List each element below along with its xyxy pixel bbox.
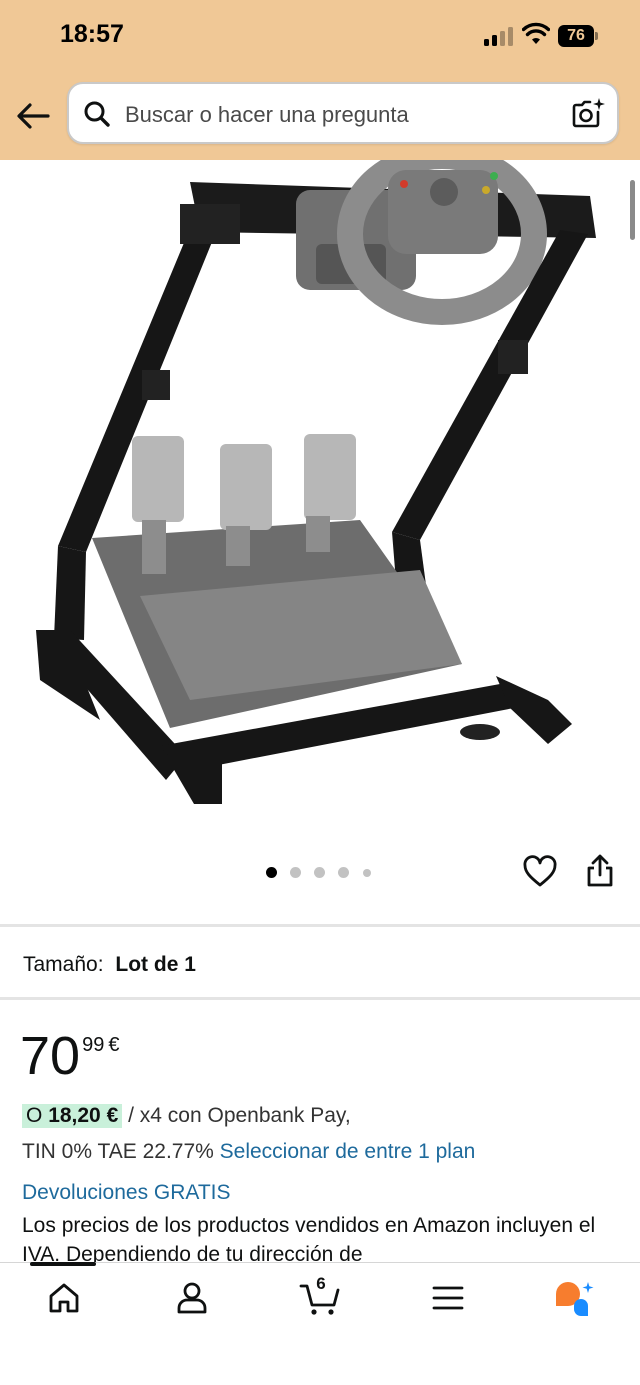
camera-search-icon[interactable] <box>571 97 605 129</box>
pagination-dot-5[interactable] <box>363 868 371 877</box>
product-image[interactable] <box>0 143 640 850</box>
menu-icon[interactable] <box>426 1278 470 1318</box>
cart-count: 6 <box>316 1274 326 1293</box>
select-plan-link[interactable]: Seleccionar de entre 1 plan <box>220 1140 476 1163</box>
free-returns-link[interactable]: Devoluciones GRATIS <box>22 1181 231 1205</box>
heart-icon[interactable] <box>522 854 558 890</box>
pagination-dot-4[interactable] <box>338 867 349 878</box>
financing-terms: TIN 0% TAE 22.77% Seleccionar de entre 1… <box>22 1140 475 1164</box>
pagination-dot-2[interactable] <box>290 867 301 878</box>
app-header: 18:57 76 <box>0 0 640 160</box>
cellular-signal-icon <box>484 26 516 46</box>
size-value: Lot de 1 <box>115 953 196 976</box>
section-divider <box>0 997 640 1000</box>
wifi-icon <box>522 22 550 44</box>
account-icon[interactable] <box>170 1278 214 1318</box>
vat-disclaimer: Los precios de los productos vendidos en… <box>22 1214 596 1263</box>
image-pagination-dots <box>264 865 384 881</box>
search-input[interactable] <box>123 94 557 136</box>
status-time: 18:57 <box>60 20 124 48</box>
installment-amount: 18,20 € <box>48 1104 119 1127</box>
battery-icon: 76 <box>558 25 594 47</box>
price: 70 99 € <box>20 1026 119 1086</box>
back-arrow-icon[interactable] <box>14 98 52 134</box>
assistant-icon[interactable] <box>552 1280 596 1318</box>
search-icon <box>84 101 110 127</box>
installment-offer: O 18,20 € / x4 con Openbank Pay, <box>22 1104 351 1128</box>
search-bar[interactable] <box>67 82 619 144</box>
active-tab-indicator <box>30 1262 96 1266</box>
price-whole: 70 <box>20 1026 81 1086</box>
racing-wheel-stand-illustration <box>36 143 596 804</box>
scroll-indicator <box>630 180 635 240</box>
size-label: Tamaño: <box>23 953 104 976</box>
status-bar: 18:57 76 <box>0 0 640 72</box>
installment-badge: O 18,20 € <box>22 1104 123 1128</box>
cart-button[interactable]: 6 <box>298 1274 342 1318</box>
pagination-dot-1[interactable] <box>266 867 277 878</box>
price-currency: € <box>108 1034 120 1056</box>
section-divider <box>0 924 640 927</box>
installment-prefix: O <box>26 1104 43 1127</box>
installment-text: / x4 con Openbank Pay, <box>128 1104 351 1127</box>
battery-tip <box>595 32 598 40</box>
price-fraction: 99 <box>82 1034 105 1056</box>
home-icon[interactable] <box>42 1278 86 1318</box>
tin-text: TIN 0% TAE 22.77% <box>22 1140 214 1163</box>
share-icon[interactable] <box>584 853 616 889</box>
pagination-dot-3[interactable] <box>314 867 325 878</box>
size-selector[interactable]: Tamaño: Lot de 1 <box>23 953 196 977</box>
